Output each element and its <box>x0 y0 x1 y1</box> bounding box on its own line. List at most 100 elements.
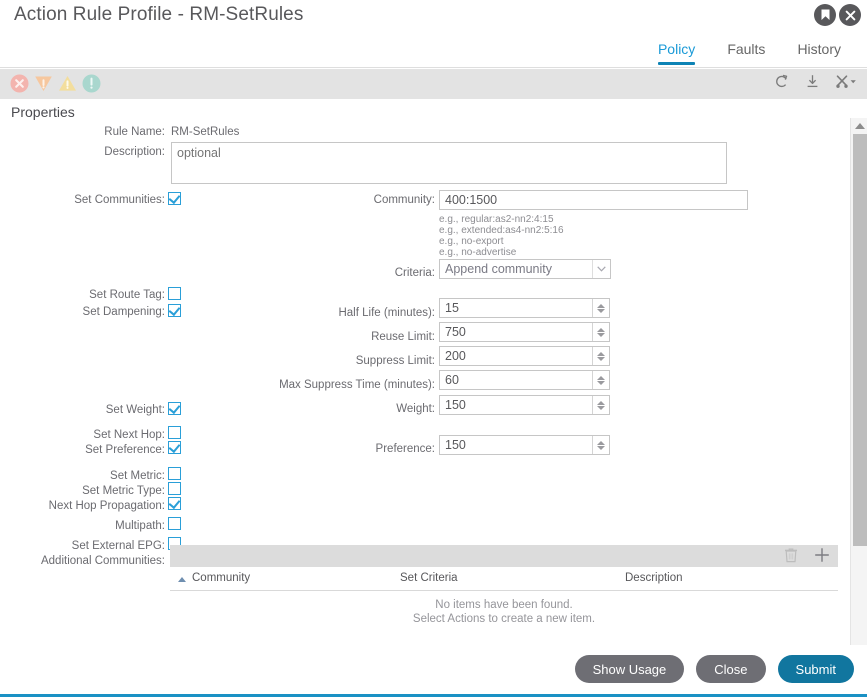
reuse-limit-spinner[interactable] <box>592 323 609 341</box>
row-set-dampening: Set Dampening: <box>0 304 165 322</box>
suppress-limit-label: Suppress Limit: <box>355 355 435 367</box>
fault-major-icon[interactable] <box>33 73 54 94</box>
preference-stepper[interactable] <box>439 435 610 455</box>
empty-message-line-1: No items have been found. <box>435 599 573 611</box>
description-input[interactable] <box>171 142 727 184</box>
criteria-select[interactable]: Append community <box>439 259 611 279</box>
weight-stepper[interactable] <box>439 395 610 415</box>
column-header-description[interactable]: Description <box>625 572 683 584</box>
vertical-scrollbar[interactable] <box>850 118 867 665</box>
show-usage-button[interactable]: Show Usage <box>574 655 685 683</box>
column-header-set-criteria[interactable]: Set Criteria <box>400 572 458 584</box>
reuse-limit-label: Reuse Limit: <box>371 331 435 343</box>
weight-spinner[interactable] <box>592 396 609 414</box>
row-additional-communities: Additional Communities: <box>0 553 165 571</box>
refresh-icon[interactable] <box>774 74 789 89</box>
delete-icon[interactable] <box>784 547 798 568</box>
fault-toolbar <box>0 69 867 99</box>
row-half-life: Half Life (minutes): <box>270 305 435 323</box>
row-set-communities: Set Communities: <box>0 192 165 210</box>
tab-policy[interactable]: Policy <box>642 36 711 68</box>
spinner-up-icon[interactable] <box>597 303 605 308</box>
half-life-spinner[interactable] <box>592 299 609 317</box>
multipath-checkbox[interactable] <box>168 517 181 530</box>
description-label: Description: <box>104 146 165 158</box>
spinner-down-icon[interactable] <box>597 356 605 361</box>
preference-label: Preference: <box>375 443 435 455</box>
tab-faults[interactable]: Faults <box>711 36 781 68</box>
additional-communities-label: Additional Communities: <box>40 555 165 567</box>
tab-bar: Policy Faults History <box>0 36 867 68</box>
add-icon[interactable] <box>814 547 830 568</box>
table-empty-state: No items have been found. Select Actions… <box>170 598 838 626</box>
set-weight-label: Set Weight: <box>105 404 165 416</box>
scroll-up-icon[interactable] <box>851 118 867 133</box>
close-icon[interactable] <box>839 4 861 26</box>
spinner-down-icon[interactable] <box>597 308 605 313</box>
tab-history[interactable]: History <box>781 36 857 68</box>
row-description: Description: <box>0 144 165 162</box>
fault-critical-icon[interactable] <box>9 73 30 94</box>
set-metric-checkbox[interactable] <box>168 467 181 480</box>
column-header-community[interactable]: Community <box>192 572 250 584</box>
spinner-up-icon[interactable] <box>597 351 605 356</box>
set-preference-checkbox[interactable] <box>168 441 181 454</box>
community-hint-4: e.g., no-advertise <box>439 247 517 258</box>
max-suppress-time-spinner[interactable] <box>592 371 609 389</box>
actions-tools-icon[interactable] <box>836 74 859 89</box>
download-icon[interactable] <box>805 74 820 89</box>
row-max-suppress-time: Max Suppress Time (minutes): <box>250 377 435 395</box>
half-life-stepper[interactable] <box>439 298 610 318</box>
preference-spinner[interactable] <box>592 436 609 454</box>
dialog-footer: Show Usage Close Submit <box>0 645 867 697</box>
weight-label: Weight: <box>396 403 435 415</box>
half-life-input[interactable] <box>439 298 610 318</box>
max-suppress-time-stepper[interactable] <box>439 370 610 390</box>
reuse-limit-stepper[interactable] <box>439 322 610 342</box>
fault-minor-icon[interactable] <box>57 73 78 94</box>
additional-communities-table-header: Community Set Criteria Description <box>170 567 838 591</box>
reuse-limit-input[interactable] <box>439 322 610 342</box>
spinner-down-icon[interactable] <box>597 380 605 385</box>
spinner-down-icon[interactable] <box>597 445 605 450</box>
title-bar-icons <box>814 4 861 26</box>
close-button[interactable]: Close <box>696 655 766 683</box>
submit-button[interactable]: Submit <box>777 655 854 683</box>
multipath-label: Multipath: <box>115 520 165 532</box>
scrollbar-thumb[interactable] <box>853 134 867 546</box>
sort-ascending-icon <box>178 577 186 582</box>
bookmark-icon[interactable] <box>814 4 836 26</box>
spinner-up-icon[interactable] <box>597 327 605 332</box>
community-input[interactable] <box>439 190 748 210</box>
criteria-select-value[interactable]: Append community <box>439 259 611 279</box>
fault-warning-icon[interactable] <box>81 73 102 94</box>
suppress-limit-spinner[interactable] <box>592 347 609 365</box>
set-communities-label: Set Communities: <box>74 194 165 206</box>
row-next-hop-propagation: Next Hop Propagation: <box>0 498 165 516</box>
set-metric-type-checkbox[interactable] <box>168 482 181 495</box>
community-hint-1: e.g., regular:as2-nn2:4:15 <box>439 214 554 225</box>
spinner-up-icon[interactable] <box>597 375 605 380</box>
rule-name-label: Rule Name: <box>104 126 165 138</box>
set-next-hop-label: Set Next Hop: <box>93 429 165 441</box>
row-weight: Weight: <box>270 401 435 419</box>
spinner-up-icon[interactable] <box>597 400 605 405</box>
spinner-up-icon[interactable] <box>597 440 605 445</box>
set-route-tag-checkbox[interactable] <box>168 287 181 300</box>
max-suppress-time-input[interactable] <box>439 370 610 390</box>
half-life-label: Half Life (minutes): <box>338 307 435 319</box>
suppress-limit-input[interactable] <box>439 346 610 366</box>
set-preference-label: Set Preference: <box>85 444 165 456</box>
row-criteria: Criteria: <box>270 265 435 283</box>
community-hint-2: e.g., extended:as4-nn2:5:16 <box>439 225 564 236</box>
set-dampening-checkbox[interactable] <box>168 304 181 317</box>
set-next-hop-checkbox[interactable] <box>168 426 181 439</box>
set-communities-checkbox[interactable] <box>168 192 181 205</box>
suppress-limit-stepper[interactable] <box>439 346 610 366</box>
preference-input[interactable] <box>439 435 610 455</box>
next-hop-propagation-checkbox[interactable] <box>168 497 181 510</box>
spinner-down-icon[interactable] <box>597 332 605 337</box>
set-weight-checkbox[interactable] <box>168 402 181 415</box>
spinner-down-icon[interactable] <box>597 405 605 410</box>
weight-input[interactable] <box>439 395 610 415</box>
